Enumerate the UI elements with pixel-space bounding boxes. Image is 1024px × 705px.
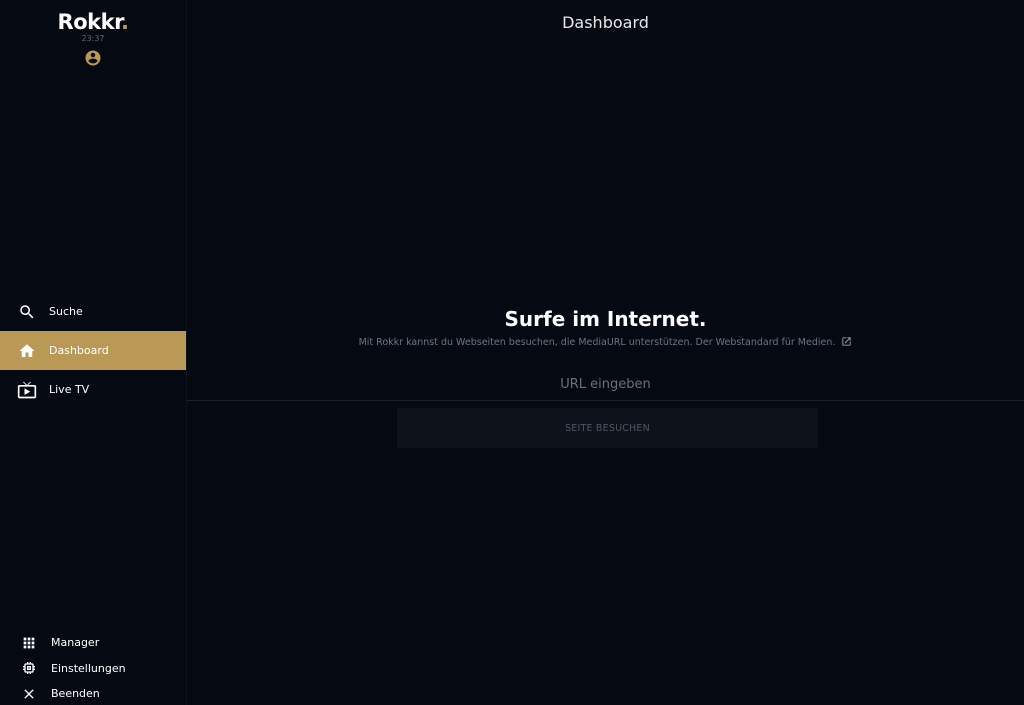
main-nav: Suche Dashboard Live TV bbox=[0, 292, 186, 409]
bottom-nav: Manager Einstellungen Beenden bbox=[0, 630, 186, 705]
nav-item-einstellungen[interactable]: Einstellungen bbox=[0, 656, 186, 682]
account-circle-icon[interactable] bbox=[84, 49, 102, 67]
url-input[interactable] bbox=[187, 368, 1024, 401]
nav-item-beenden[interactable]: Beenden bbox=[0, 681, 186, 705]
nav-label: Manager bbox=[51, 636, 100, 650]
clock: 23:37 bbox=[81, 34, 105, 43]
close-icon bbox=[20, 685, 38, 703]
nav-label: Beenden bbox=[51, 687, 100, 701]
nav-label: Suche bbox=[49, 305, 83, 318]
hero-subtitle-text: Mit Rokkr kannst du Webseiten besuchen, … bbox=[358, 337, 836, 348]
nav-label: Einstellungen bbox=[51, 661, 126, 675]
nav-item-live-tv[interactable]: Live TV bbox=[0, 370, 186, 409]
nav-item-manager[interactable]: Manager bbox=[0, 630, 186, 656]
grid-icon bbox=[20, 634, 38, 652]
visit-site-button[interactable]: SEITE BESUCHEN bbox=[397, 408, 818, 448]
nav-item-suche[interactable]: Suche bbox=[0, 292, 186, 331]
hero-title: Surfe im Internet. bbox=[504, 307, 707, 331]
app-window: Rokkr. 23:37 Suche Dashboard Live TV Man… bbox=[0, 0, 1024, 705]
brand-block: Rokkr. 23:37 bbox=[0, 9, 186, 71]
app-logo: Rokkr. bbox=[57, 10, 129, 34]
page-title: Dashboard bbox=[562, 13, 649, 32]
settings-chip-icon bbox=[20, 659, 38, 677]
nav-label: Dashboard bbox=[49, 344, 109, 357]
nav-label: Live TV bbox=[49, 383, 90, 396]
open-in-new-icon[interactable] bbox=[841, 336, 852, 347]
sidebar: Rokkr. 23:37 Suche Dashboard Live TV Man… bbox=[0, 0, 187, 705]
home-icon bbox=[17, 341, 37, 361]
live-tv-icon bbox=[17, 380, 37, 400]
hero-subtitle: Mit Rokkr kannst du Webseiten besuchen, … bbox=[187, 336, 1024, 348]
main-content: Dashboard Surfe im Internet. Mit Rokkr k… bbox=[187, 0, 1024, 705]
nav-item-dashboard[interactable]: Dashboard bbox=[0, 331, 186, 370]
search-icon bbox=[17, 302, 37, 322]
